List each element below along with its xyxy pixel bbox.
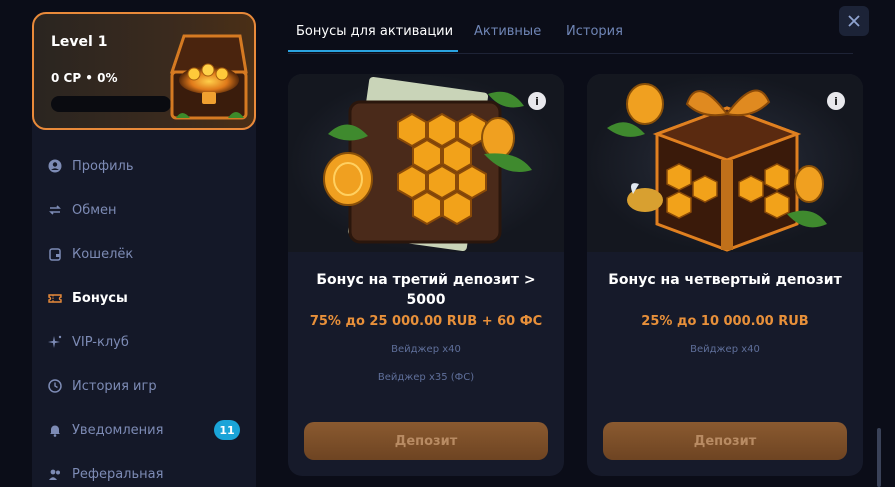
sidebar-item-wallet[interactable]: Кошелёк — [32, 232, 256, 276]
bonus-title: Бонус на третий депозит > 5000 — [316, 272, 536, 308]
deposit-button[interactable]: Депозит — [603, 422, 847, 460]
tab-history[interactable]: История — [566, 24, 623, 39]
notification-count-badge: 11 — [214, 420, 240, 440]
bonus-tabs: Бонусы для активации Активные История — [288, 0, 853, 54]
tab-bonuses-for-activation[interactable]: Бонусы для активации — [296, 24, 453, 39]
scrollbar-thumb[interactable] — [877, 428, 881, 487]
bonus-card: i Бонус на третий депозит > 5000 75% до … — [288, 74, 564, 476]
honeycomb-wallet-icon — [323, 76, 532, 252]
ticket-icon — [48, 291, 62, 305]
user-icon — [48, 159, 62, 173]
bonus-wager: Вейджер x40 — [690, 344, 760, 355]
deposit-button[interactable]: Депозит — [304, 422, 548, 460]
sidebar: Level 1 0 CP • 0% Профиль Обмен Кошелёк … — [32, 12, 256, 487]
sidebar-item-label: Реферальная — [72, 466, 164, 482]
sidebar-item-vip[interactable]: VIP-клуб — [32, 320, 256, 364]
sidebar-item-profile[interactable]: Профиль — [32, 144, 256, 188]
active-tab-indicator — [288, 50, 458, 52]
sidebar-item-bonuses[interactable]: Бонусы — [32, 276, 256, 320]
bonus-amount: 75% до 25 000.00 RUB + 60 ФС — [309, 314, 543, 329]
sidebar-item-label: Кошелёк — [72, 246, 134, 262]
bonus-wager-fs: Вейджер x35 (ФС) — [377, 372, 475, 383]
gift-box-icon — [607, 83, 827, 252]
users-icon — [48, 467, 62, 481]
bonus-wager: Вейджер x40 — [391, 344, 461, 355]
level-card[interactable]: Level 1 0 CP • 0% — [32, 12, 256, 130]
sidebar-nav: Профиль Обмен Кошелёк Бонусы VIP-клуб Ис… — [32, 144, 256, 487]
level-progress-bar — [51, 96, 171, 112]
info-icon[interactable]: i — [827, 92, 845, 110]
bell-icon — [48, 423, 62, 437]
treasure-chest-icon — [169, 34, 248, 120]
clock-icon — [48, 379, 62, 393]
level-points: 0 CP • 0% — [51, 71, 118, 85]
bonus-card-image: i — [288, 74, 564, 252]
close-button[interactable] — [839, 6, 869, 36]
bonus-card-image: i — [587, 74, 863, 252]
bonus-card: i Бонус на четвертый депозит 25% до 10 0… — [587, 74, 863, 476]
sidebar-item-label: Профиль — [72, 158, 134, 174]
sidebar-item-label: История игр — [72, 378, 157, 394]
bonus-title: Бонус на четвертый депозит — [608, 272, 842, 288]
close-icon — [848, 15, 860, 27]
sidebar-item-label: Уведомления — [72, 422, 164, 438]
bonus-amount: 25% до 10 000.00 RUB — [641, 314, 809, 329]
sidebar-item-label: Обмен — [72, 202, 117, 218]
sidebar-item-notifications[interactable]: Уведомления 11 — [32, 408, 256, 452]
info-icon[interactable]: i — [528, 92, 546, 110]
sidebar-item-referral[interactable]: Реферальная — [32, 452, 256, 487]
sparkle-icon — [48, 335, 62, 349]
sidebar-item-game-history[interactable]: История игр — [32, 364, 256, 408]
tab-active[interactable]: Активные — [474, 24, 541, 39]
sidebar-item-label: Бонусы — [72, 290, 128, 306]
sidebar-item-label: VIP-клуб — [72, 334, 129, 350]
level-title: Level 1 — [51, 34, 108, 50]
exchange-icon — [48, 203, 62, 217]
sidebar-item-exchange[interactable]: Обмен — [32, 188, 256, 232]
wallet-icon — [48, 247, 62, 261]
